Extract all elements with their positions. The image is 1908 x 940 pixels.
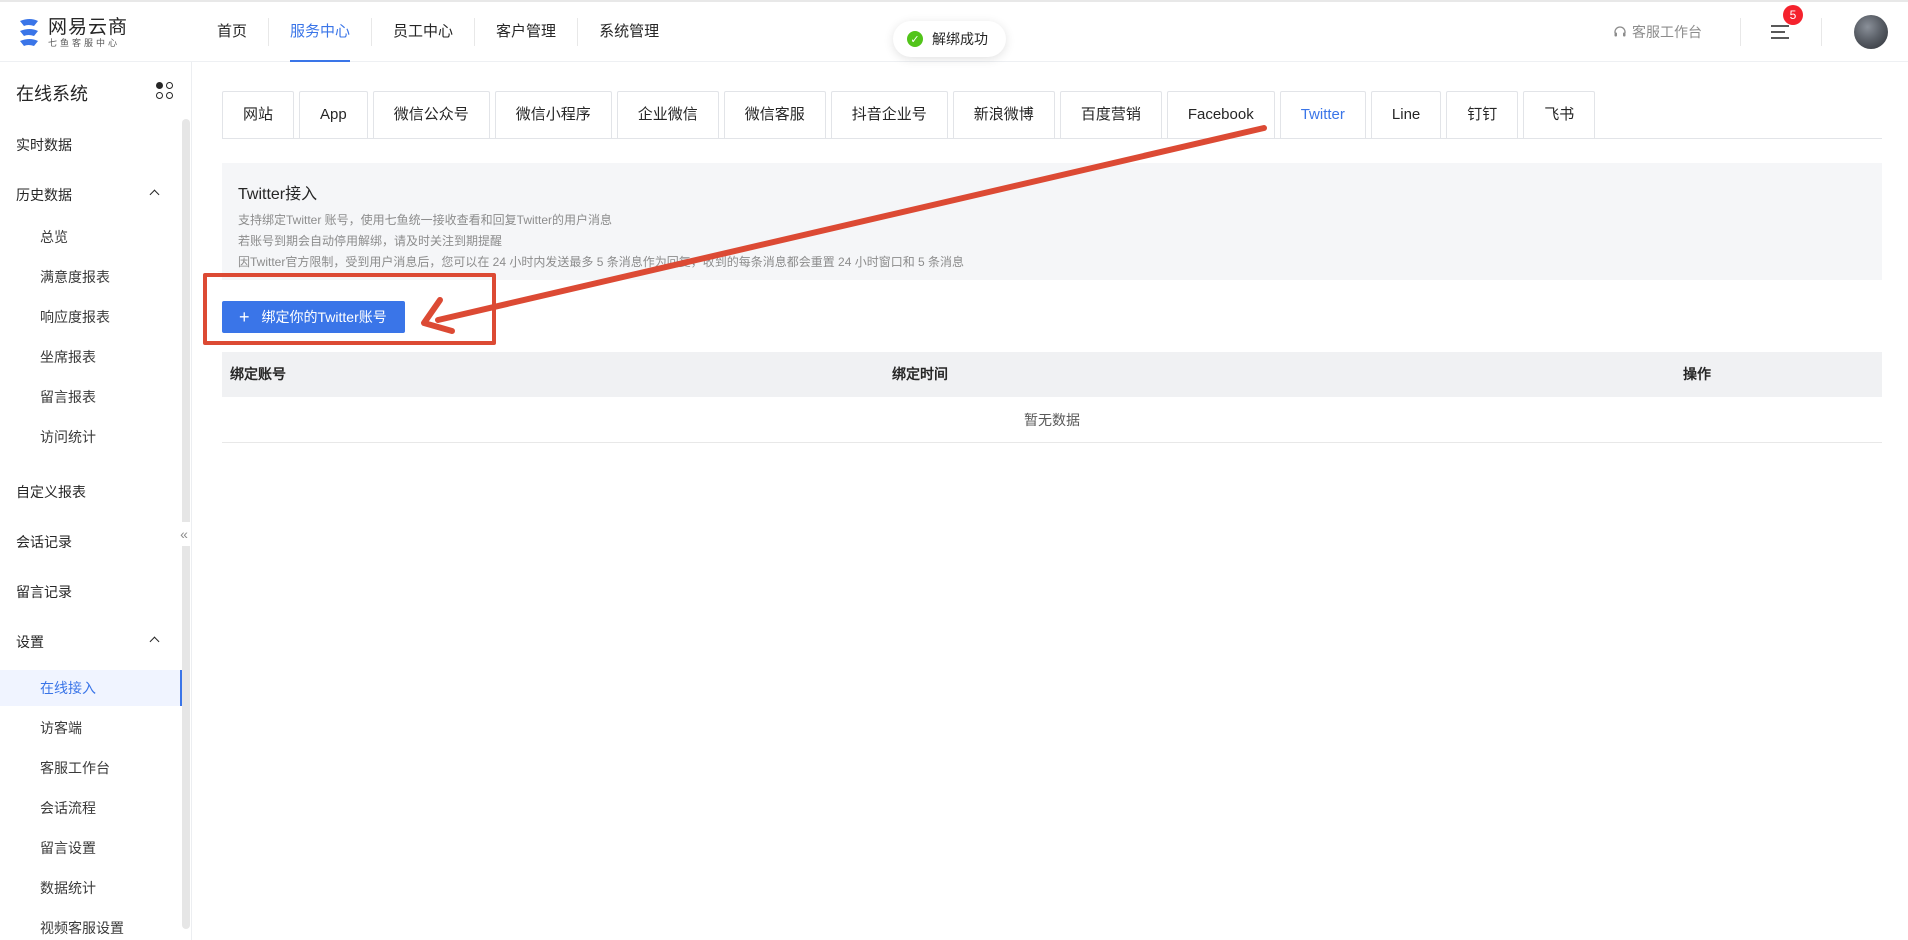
- sidebar-item-settings[interactable]: 设置: [0, 624, 182, 660]
- tab-douyin[interactable]: 抖音企业号: [830, 91, 948, 139]
- bind-twitter-button[interactable]: + 绑定你的Twitter账号: [222, 301, 405, 333]
- app-switch-icon[interactable]: [156, 82, 174, 100]
- sidebar-item-message-report[interactable]: 留言报表: [0, 379, 182, 415]
- sidebar-item-visitor-side[interactable]: 访客端: [0, 710, 182, 746]
- brand-subtitle: 七鱼客服中心: [48, 38, 121, 48]
- toolbar-divider: [1821, 18, 1822, 46]
- tab-twitter[interactable]: Twitter: [1279, 91, 1366, 139]
- tab-wecom[interactable]: 企业微信: [616, 91, 719, 139]
- sidebar-title: 在线系统: [16, 84, 88, 104]
- bind-button-label: 绑定你的Twitter账号: [261, 309, 387, 325]
- workbench-label: 客服工作台: [1632, 24, 1702, 40]
- chevron-up-icon: [149, 636, 160, 647]
- sidebar: 在线系统 实时数据 历史数据 总览 满意度报表 响应度报表 坐席报表 留言报表 …: [0, 62, 192, 940]
- chevron-up-icon: [149, 189, 160, 200]
- sidebar-item-agent-workbench[interactable]: 客服工作台: [0, 750, 182, 786]
- info-panel: Twitter接入 支持绑定Twitter 账号，使用七鱼统一接收查看和回复Tw…: [222, 163, 1882, 280]
- toolbar-divider: [1740, 18, 1741, 46]
- empty-text: 暂无数据: [1024, 412, 1080, 428]
- nav-customer-management[interactable]: 客户管理: [475, 2, 577, 62]
- sidebar-item-data-statistics[interactable]: 数据统计: [0, 870, 182, 906]
- column-header-account: 绑定账号: [230, 366, 286, 382]
- brand-title: 网易云商: [48, 17, 129, 38]
- brand-logo[interactable]: 网易云商 七鱼客服中心: [16, 14, 128, 52]
- tab-baidu[interactable]: 百度营销: [1059, 91, 1162, 139]
- toast-text: 解绑成功: [932, 31, 988, 47]
- tab-wechat-miniprogram[interactable]: 微信小程序: [494, 91, 612, 139]
- top-bar: 网易云商 七鱼客服中心 首页 服务中心 员工中心 客户管理 系统管理 ✓ 解绑成…: [0, 0, 1908, 62]
- sidebar-item-seat-report[interactable]: 坐席报表: [0, 339, 182, 375]
- table-empty-row: 暂无数据: [222, 397, 1882, 443]
- tab-app[interactable]: App: [299, 91, 368, 139]
- column-header-actions: 操作: [1683, 366, 1711, 382]
- tab-weibo[interactable]: 新浪微博: [952, 91, 1055, 139]
- sidebar-item-satisfaction-report[interactable]: 满意度报表: [0, 259, 182, 295]
- check-circle-icon: ✓: [907, 31, 923, 47]
- tab-website[interactable]: 网站: [222, 91, 295, 139]
- menu-icon: [1771, 25, 1789, 27]
- sidebar-item-session-records[interactable]: 会话记录: [0, 524, 182, 560]
- tab-wechat-official[interactable]: 微信公众号: [372, 91, 490, 139]
- tab-facebook[interactable]: Facebook: [1166, 91, 1275, 139]
- sidebar-item-realtime-data[interactable]: 实时数据: [0, 127, 182, 163]
- sidebar-item-overview[interactable]: 总览: [0, 219, 182, 255]
- sidebar-item-response-report[interactable]: 响应度报表: [0, 299, 182, 335]
- info-line: 若账号到期会自动停用解绑，请及时关注到期提醒: [238, 234, 503, 248]
- channel-tabs: 网站 App 微信公众号 微信小程序 企业微信 微信客服 抖音企业号 新浪微博 …: [222, 91, 1600, 139]
- sidebar-item-online-access[interactable]: 在线接入: [0, 670, 182, 706]
- menu-button[interactable]: 5: [1771, 5, 1803, 41]
- info-line: 因Twitter官方限制，受到用户消息后，您可以在 24 小时内发送最多 5 条…: [238, 255, 965, 269]
- top-right-actions: 客服工作台 5: [1613, 2, 1908, 62]
- sidebar-item-session-flow[interactable]: 会话流程: [0, 790, 182, 826]
- tab-dingtalk[interactable]: 钉钉: [1446, 91, 1519, 139]
- sidebar-item-label: 历史数据: [16, 187, 72, 203]
- sidebar-item-message-records[interactable]: 留言记录: [0, 574, 182, 610]
- sidebar-item-visit-stats[interactable]: 访问统计: [0, 419, 182, 455]
- nav-employee-center[interactable]: 员工中心: [372, 2, 474, 62]
- nav-service-center[interactable]: 服务中心: [269, 2, 371, 62]
- plus-icon: +: [239, 307, 250, 327]
- collapse-sidebar-icon[interactable]: «: [176, 522, 191, 546]
- tab-feishu[interactable]: 飞书: [1523, 91, 1596, 139]
- tab-wechat-service[interactable]: 微信客服: [723, 91, 826, 139]
- brand-mark-icon: [20, 19, 38, 46]
- nav-system-management[interactable]: 系统管理: [578, 2, 680, 62]
- sidebar-item-history-data[interactable]: 历史数据: [0, 177, 182, 213]
- accounts-table: 绑定账号 绑定时间 操作 暂无数据: [222, 352, 1882, 443]
- table-header: 绑定账号 绑定时间 操作: [222, 352, 1882, 397]
- tabs-divider: [222, 138, 1882, 139]
- user-avatar[interactable]: [1854, 15, 1888, 49]
- headset-icon: [1614, 26, 1626, 37]
- info-title: Twitter接入: [238, 186, 318, 203]
- sidebar-item-custom-report[interactable]: 自定义报表: [0, 474, 182, 510]
- agent-workbench-link[interactable]: 客服工作台: [1613, 22, 1702, 42]
- notification-badge: 5: [1783, 5, 1803, 25]
- success-toast: ✓ 解绑成功: [893, 21, 1006, 57]
- sidebar-item-video-service-settings[interactable]: 视频客服设置: [0, 910, 182, 940]
- annotation-arrow: [421, 125, 1267, 334]
- info-line: 支持绑定Twitter 账号，使用七鱼统一接收查看和回复Twitter的用户消息: [238, 213, 613, 227]
- nav-home[interactable]: 首页: [196, 2, 268, 62]
- main-nav: 首页 服务中心 员工中心 客户管理 系统管理: [196, 2, 680, 62]
- sidebar-item-label: 设置: [16, 634, 44, 650]
- sidebar-item-message-settings[interactable]: 留言设置: [0, 830, 182, 866]
- tab-line[interactable]: Line: [1370, 91, 1442, 139]
- column-header-bind-time: 绑定时间: [892, 366, 948, 382]
